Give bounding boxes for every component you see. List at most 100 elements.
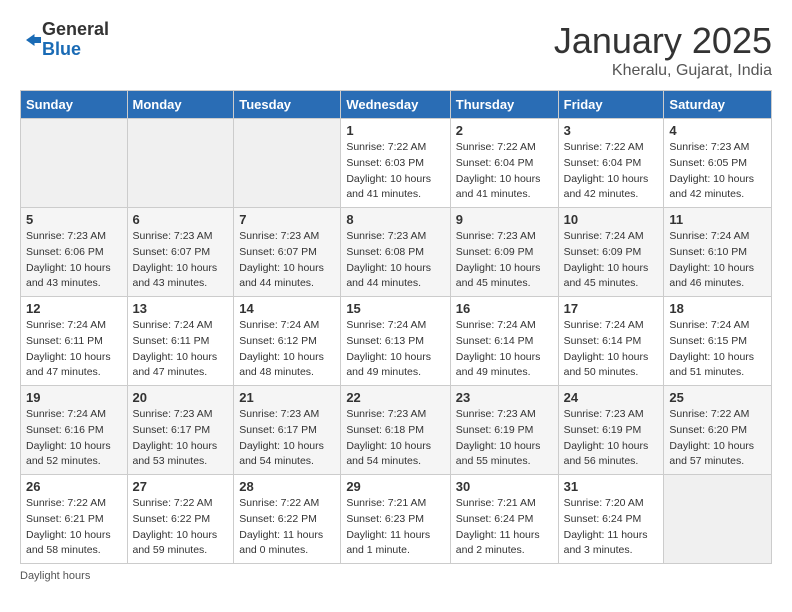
day-number: 20 <box>133 390 229 405</box>
day-info: Sunrise: 7:24 AM Sunset: 6:10 PM Dayligh… <box>669 229 766 292</box>
calendar-week-2: 5 Sunrise: 7:23 AM Sunset: 6:06 PM Daylig… <box>21 208 772 297</box>
day-number: 27 <box>133 479 229 494</box>
day-number: 1 <box>346 123 444 138</box>
calendar-week-4: 19 Sunrise: 7:24 AM Sunset: 6:16 PM Dayli… <box>21 386 772 475</box>
logo-blue: Blue <box>42 40 109 60</box>
day-info: Sunrise: 7:24 AM Sunset: 6:15 PM Dayligh… <box>669 318 766 381</box>
logo-icon <box>22 30 42 50</box>
calendar-cell: 28Sunrise: 7:22 AM Sunset: 6:22 PM Dayli… <box>234 475 341 564</box>
day-number: 15 <box>346 301 444 316</box>
day-info: Sunrise: 7:22 AM Sunset: 6:20 PM Dayligh… <box>669 407 766 470</box>
day-number: 25 <box>669 390 766 405</box>
calendar-cell: 15 Sunrise: 7:24 AM Sunset: 6:13 PM Dayli… <box>341 297 450 386</box>
calendar-cell: 14 Sunrise: 7:24 AM Sunset: 6:12 PM Dayli… <box>234 297 341 386</box>
calendar-cell <box>127 119 234 208</box>
page-header: General Blue January 2025 Kheralu, Gujar… <box>20 20 772 80</box>
month-title: January 2025 <box>554 20 772 62</box>
day-info: Sunrise: 7:23 AM Sunset: 6:06 PM Dayligh… <box>26 229 122 292</box>
calendar-header-row: SundayMondayTuesdayWednesdayThursdayFrid… <box>21 91 772 119</box>
title-block: January 2025 Kheralu, Gujarat, India <box>554 20 772 80</box>
calendar-cell: 22Sunrise: 7:23 AM Sunset: 6:18 PM Dayli… <box>341 386 450 475</box>
calendar-cell: 13Sunrise: 7:24 AM Sunset: 6:11 PM Dayli… <box>127 297 234 386</box>
day-info: Sunrise: 7:23 AM Sunset: 6:17 PM Dayligh… <box>239 407 335 470</box>
calendar-header-friday: Friday <box>558 91 664 119</box>
calendar-cell: 24Sunrise: 7:23 AM Sunset: 6:19 PM Dayli… <box>558 386 664 475</box>
calendar-header-saturday: Saturday <box>664 91 772 119</box>
day-info: Sunrise: 7:24 AM Sunset: 6:14 PM Dayligh… <box>564 318 659 381</box>
calendar-header-wednesday: Wednesday <box>341 91 450 119</box>
day-number: 19 <box>26 390 122 405</box>
day-number: 16 <box>456 301 553 316</box>
calendar-cell: 16Sunrise: 7:24 AM Sunset: 6:14 PM Dayli… <box>450 297 558 386</box>
day-number: 31 <box>564 479 659 494</box>
day-info: Sunrise: 7:24 AM Sunset: 6:11 PM Dayligh… <box>133 318 229 381</box>
calendar-cell: 12 Sunrise: 7:24 AM Sunset: 6:11 PM Dayli… <box>21 297 128 386</box>
day-number: 8 <box>346 212 444 227</box>
day-number: 12 <box>26 301 122 316</box>
day-info: Sunrise: 7:21 AM Sunset: 6:23 PM Dayligh… <box>346 496 444 559</box>
day-info: Sunrise: 7:22 AM Sunset: 6:03 PM Dayligh… <box>346 140 444 203</box>
calendar-cell: 4 Sunrise: 7:23 AM Sunset: 6:05 PM Daylig… <box>664 119 772 208</box>
calendar-header-sunday: Sunday <box>21 91 128 119</box>
calendar-cell: 5 Sunrise: 7:23 AM Sunset: 6:06 PM Daylig… <box>21 208 128 297</box>
day-info: Sunrise: 7:23 AM Sunset: 6:19 PM Dayligh… <box>456 407 553 470</box>
day-number: 17 <box>564 301 659 316</box>
day-info: Sunrise: 7:24 AM Sunset: 6:11 PM Dayligh… <box>26 318 122 381</box>
calendar-week-1: 1 Sunrise: 7:22 AM Sunset: 6:03 PM Daylig… <box>21 119 772 208</box>
day-number: 26 <box>26 479 122 494</box>
footer-note: Daylight hours <box>20 570 772 582</box>
calendar-cell: 7 Sunrise: 7:23 AM Sunset: 6:07 PM Daylig… <box>234 208 341 297</box>
day-info: Sunrise: 7:23 AM Sunset: 6:18 PM Dayligh… <box>346 407 444 470</box>
day-number: 4 <box>669 123 766 138</box>
calendar-cell: 30Sunrise: 7:21 AM Sunset: 6:24 PM Dayli… <box>450 475 558 564</box>
day-number: 29 <box>346 479 444 494</box>
location: Kheralu, Gujarat, India <box>554 62 772 80</box>
day-info: Sunrise: 7:24 AM Sunset: 6:13 PM Dayligh… <box>346 318 444 381</box>
calendar-cell: 10 Sunrise: 7:24 AM Sunset: 6:09 PM Dayli… <box>558 208 664 297</box>
calendar-week-3: 12 Sunrise: 7:24 AM Sunset: 6:11 PM Dayli… <box>21 297 772 386</box>
day-number: 5 <box>26 212 122 227</box>
calendar-header-tuesday: Tuesday <box>234 91 341 119</box>
day-info: Sunrise: 7:22 AM Sunset: 6:04 PM Dayligh… <box>564 140 659 203</box>
day-info: Sunrise: 7:24 AM Sunset: 6:12 PM Dayligh… <box>239 318 335 381</box>
day-info: Sunrise: 7:20 AM Sunset: 6:24 PM Dayligh… <box>564 496 659 559</box>
calendar-cell: 9 Sunrise: 7:23 AM Sunset: 6:09 PM Daylig… <box>450 208 558 297</box>
day-number: 23 <box>456 390 553 405</box>
day-info: Sunrise: 7:24 AM Sunset: 6:16 PM Dayligh… <box>26 407 122 470</box>
day-info: Sunrise: 7:24 AM Sunset: 6:09 PM Dayligh… <box>564 229 659 292</box>
day-number: 11 <box>669 212 766 227</box>
calendar-cell: 18 Sunrise: 7:24 AM Sunset: 6:15 PM Dayli… <box>664 297 772 386</box>
day-info: Sunrise: 7:23 AM Sunset: 6:17 PM Dayligh… <box>133 407 229 470</box>
day-number: 21 <box>239 390 335 405</box>
calendar-header-monday: Monday <box>127 91 234 119</box>
calendar-cell: 27Sunrise: 7:22 AM Sunset: 6:22 PM Dayli… <box>127 475 234 564</box>
calendar-cell: 11 Sunrise: 7:24 AM Sunset: 6:10 PM Dayli… <box>664 208 772 297</box>
calendar-cell: 26 Sunrise: 7:22 AM Sunset: 6:21 PM Dayli… <box>21 475 128 564</box>
calendar-header-thursday: Thursday <box>450 91 558 119</box>
logo-general: General <box>42 20 109 40</box>
calendar-cell: 1 Sunrise: 7:22 AM Sunset: 6:03 PM Daylig… <box>341 119 450 208</box>
day-info: Sunrise: 7:23 AM Sunset: 6:07 PM Dayligh… <box>133 229 229 292</box>
day-number: 30 <box>456 479 553 494</box>
logo: General Blue <box>20 20 109 60</box>
calendar-week-5: 26 Sunrise: 7:22 AM Sunset: 6:21 PM Dayli… <box>21 475 772 564</box>
day-number: 9 <box>456 212 553 227</box>
calendar-cell: 20 Sunrise: 7:23 AM Sunset: 6:17 PM Dayli… <box>127 386 234 475</box>
day-info: Sunrise: 7:22 AM Sunset: 6:04 PM Dayligh… <box>456 140 553 203</box>
calendar-cell: 2Sunrise: 7:22 AM Sunset: 6:04 PM Daylig… <box>450 119 558 208</box>
calendar-cell: 29 Sunrise: 7:21 AM Sunset: 6:23 PM Dayli… <box>341 475 450 564</box>
calendar-cell: 17 Sunrise: 7:24 AM Sunset: 6:14 PM Dayli… <box>558 297 664 386</box>
day-info: Sunrise: 7:23 AM Sunset: 6:09 PM Dayligh… <box>456 229 553 292</box>
day-info: Sunrise: 7:23 AM Sunset: 6:05 PM Dayligh… <box>669 140 766 203</box>
day-info: Sunrise: 7:23 AM Sunset: 6:07 PM Dayligh… <box>239 229 335 292</box>
calendar-cell: 3Sunrise: 7:22 AM Sunset: 6:04 PM Daylig… <box>558 119 664 208</box>
day-number: 7 <box>239 212 335 227</box>
day-number: 6 <box>133 212 229 227</box>
day-info: Sunrise: 7:23 AM Sunset: 6:08 PM Dayligh… <box>346 229 444 292</box>
calendar-cell <box>234 119 341 208</box>
day-number: 18 <box>669 301 766 316</box>
day-number: 10 <box>564 212 659 227</box>
calendar-cell: 21 Sunrise: 7:23 AM Sunset: 6:17 PM Dayli… <box>234 386 341 475</box>
day-number: 14 <box>239 301 335 316</box>
day-info: Sunrise: 7:22 AM Sunset: 6:21 PM Dayligh… <box>26 496 122 559</box>
